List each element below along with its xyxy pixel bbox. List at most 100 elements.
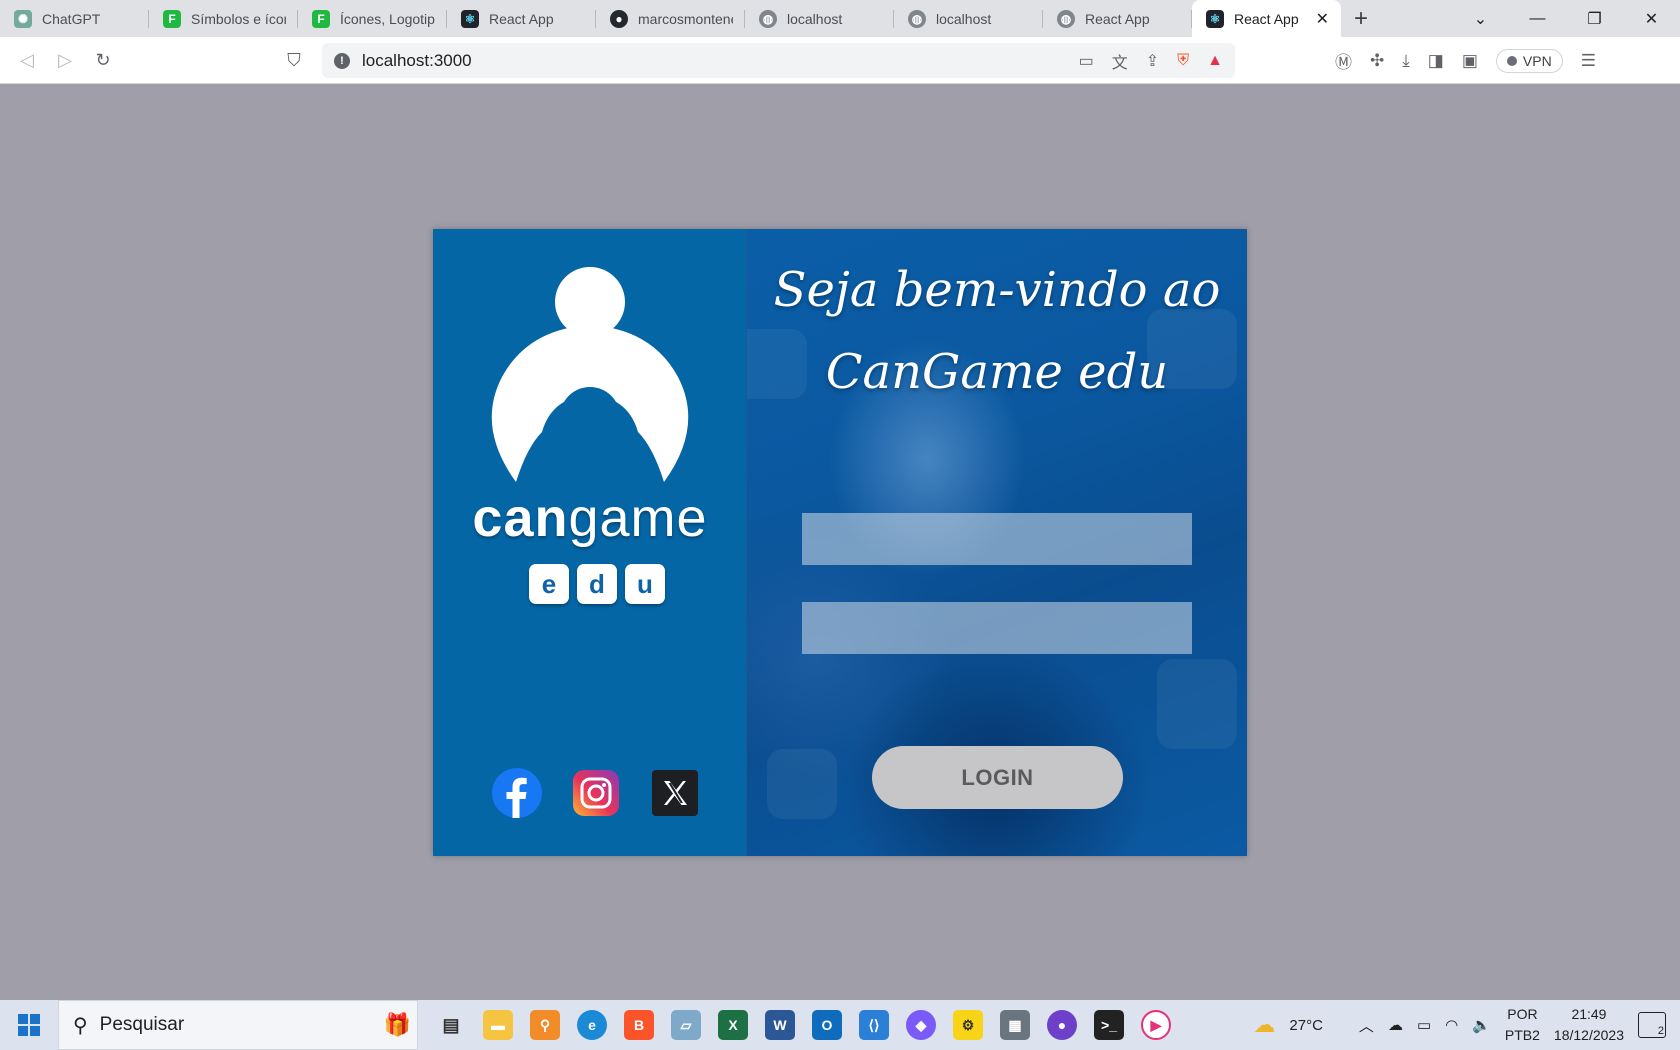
tab-search-icon[interactable]: ⌄ — [1452, 0, 1509, 37]
terminal-icon[interactable]: >_ — [1094, 1010, 1124, 1040]
tab-icones[interactable]: F Ícones, Logotipos — [298, 0, 447, 37]
notification-count: 2 — [1657, 1025, 1664, 1037]
taskbar-search[interactable]: ⚲ Pesquisar 🎁 — [58, 1000, 418, 1050]
minimize-icon[interactable]: — — [1509, 0, 1566, 37]
excel-icon[interactable]: X — [718, 1010, 748, 1040]
chevron-up-icon[interactable]: ︿ — [1359, 1015, 1374, 1036]
social-links — [492, 768, 700, 818]
droplet-app-icon[interactable]: ◆ — [906, 1010, 936, 1040]
brave-rewards-icon[interactable]: ▲ — [1207, 52, 1223, 70]
m-extension-icon[interactable]: Ⓜ — [1335, 48, 1352, 73]
vscode-icon[interactable]: ⟨⟩ — [859, 1010, 889, 1040]
wallet-icon[interactable]: ▣ — [1462, 51, 1478, 71]
extensions-icon[interactable]: ✣ — [1370, 51, 1384, 71]
login-panel: Seja bem-vindo ao CanGame edu LOGIN — [747, 229, 1247, 856]
close-tab-icon[interactable]: ✕ — [1316, 9, 1329, 29]
welcome-line-1: Seja bem-vindo ao — [773, 262, 1221, 318]
tab-label: marcosmontenegro — [638, 10, 733, 27]
github-icon: ● — [610, 9, 628, 28]
outlook-icon[interactable]: O — [812, 1010, 842, 1040]
file-explorer-icon[interactable]: ▬ — [483, 1010, 513, 1040]
tab-chatgpt[interactable]: ✺ ChatGPT — [0, 0, 149, 37]
tab-strip: ✺ ChatGPT F Símbolos e ícones F Ícones, … — [0, 0, 1680, 37]
start-button[interactable] — [0, 1000, 58, 1050]
tab-localhost-1[interactable]: ◍ localhost — [745, 0, 894, 37]
flaticon-icon: F — [312, 9, 330, 28]
tab-simbolos[interactable]: F Símbolos e ícones — [149, 0, 298, 37]
flaticon-icon: F — [163, 9, 181, 28]
react-icon: ⚛ — [461, 9, 479, 28]
welcome-heading: Seja bem-vindo ao CanGame edu — [747, 249, 1247, 413]
media-player-icon[interactable]: ▶ — [1141, 1010, 1171, 1040]
edge-icon[interactable]: e — [577, 1010, 607, 1040]
volume-icon[interactable]: 🔈 — [1472, 1016, 1491, 1034]
password-input[interactable] — [802, 602, 1192, 654]
instagram-icon[interactable] — [571, 769, 621, 817]
wifi-icon[interactable]: ◠ — [1445, 1016, 1458, 1034]
brave-icon[interactable]: B — [624, 1010, 654, 1040]
sidebar-icon[interactable]: ◨ — [1428, 51, 1444, 71]
browser-toolbar: ◁ ▷ ↻ ⛉ ! localhost:3000 ▭ 文 ⇪ ⛨ ▲ Ⓜ ✣ ⤓… — [0, 37, 1680, 84]
welcome-line-2: CanGame edu — [825, 344, 1169, 400]
reload-icon[interactable]: ↻ — [84, 41, 122, 79]
tab-label: localhost — [787, 10, 843, 27]
lang-top: POR — [1507, 1006, 1538, 1022]
tab-react-app-1[interactable]: ⚛ React App — [447, 0, 596, 37]
clock[interactable]: 21:49 18/12/2023 — [1554, 1004, 1624, 1046]
task-view-icon[interactable]: ▤ — [436, 1010, 466, 1040]
calculator-icon[interactable]: ▦ — [1000, 1010, 1030, 1040]
restore-icon[interactable]: ❐ — [1566, 0, 1623, 37]
translate-icon[interactable]: 文 — [1112, 49, 1128, 73]
edu-letter-u: u — [625, 564, 665, 604]
tab-label: React App — [1085, 10, 1150, 27]
language-indicator[interactable]: POR PTB2 — [1505, 1004, 1540, 1046]
window-controls: ⌄ — ❐ ✕ — [1452, 0, 1680, 37]
cangame-logo-icon — [491, 267, 689, 482]
username-input[interactable] — [802, 513, 1192, 565]
vpn-label: VPN — [1522, 52, 1552, 69]
edu-badges: e d u — [529, 564, 665, 604]
onedrive-icon[interactable]: ☁ — [1388, 1016, 1403, 1034]
clock-date: 18/12/2023 — [1553, 1027, 1624, 1043]
brand-game: game — [568, 488, 708, 548]
word-icon[interactable]: W — [765, 1010, 795, 1040]
windows-logo-icon — [18, 1014, 40, 1036]
vpn-button[interactable]: VPN — [1495, 48, 1563, 73]
login-button[interactable]: LOGIN — [872, 746, 1123, 809]
share-icon[interactable]: ⇪ — [1146, 51, 1159, 71]
react-icon: ⚛ — [1206, 9, 1224, 28]
notifications-icon[interactable]: 2 — [1638, 1012, 1666, 1038]
tab-localhost-2[interactable]: ◍ localhost — [894, 0, 1043, 37]
facebook-icon[interactable] — [492, 768, 542, 818]
globe-icon: ◍ — [1057, 9, 1075, 28]
globe-icon: ◍ — [759, 9, 777, 28]
github-desktop-icon[interactable]: ● — [1047, 1010, 1077, 1040]
x-icon[interactable] — [650, 769, 700, 817]
download-icon[interactable]: ⤓ — [1402, 51, 1410, 71]
search-icon: ⚲ — [73, 1014, 88, 1037]
edu-letter-e: e — [529, 564, 569, 604]
cast-icon[interactable]: ▭ — [1079, 51, 1094, 71]
clock-time: 21:49 — [1571, 1006, 1607, 1022]
tab-react-app-active[interactable]: ⚛ React App ✕ — [1192, 0, 1341, 37]
system-tray: ☁ 27°C ︿ ☁ ▭ ◠ 🔈 POR PTB2 21:49 18/12/20… — [1253, 1000, 1680, 1050]
site-info-icon[interactable]: ! — [334, 52, 350, 69]
brave-shield-icon[interactable]: ⛨ — [1177, 52, 1189, 70]
bookmark-icon[interactable]: ⛉ — [275, 41, 313, 79]
back-icon[interactable]: ◁ — [8, 41, 46, 79]
settings-app-icon[interactable]: ⚙ — [953, 1010, 983, 1040]
meet-icon[interactable]: ▭ — [1417, 1016, 1431, 1034]
magnifier-app-icon[interactable]: ⚲ — [530, 1010, 560, 1040]
close-window-icon[interactable]: ✕ — [1623, 0, 1680, 37]
menu-icon[interactable]: ☰ — [1581, 51, 1596, 71]
tab-github[interactable]: ● marcosmontenegro — [596, 0, 745, 37]
taskbar-search-placeholder: Pesquisar — [99, 1014, 185, 1035]
tab-label: ChatGPT — [42, 10, 101, 27]
weather-icon[interactable]: ☁ — [1253, 1012, 1275, 1038]
forward-icon[interactable]: ▷ — [46, 41, 84, 79]
address-bar[interactable]: ! localhost:3000 ▭ 文 ⇪ ⛨ ▲ — [322, 43, 1235, 78]
login-card: cangame e d u Seja bem-vindo ao CanGame … — [433, 229, 1247, 856]
tab-react-app-2[interactable]: ◍ React App — [1043, 0, 1192, 37]
new-tab-button[interactable]: + — [1341, 0, 1381, 37]
notepad-icon[interactable]: ▱ — [671, 1010, 701, 1040]
